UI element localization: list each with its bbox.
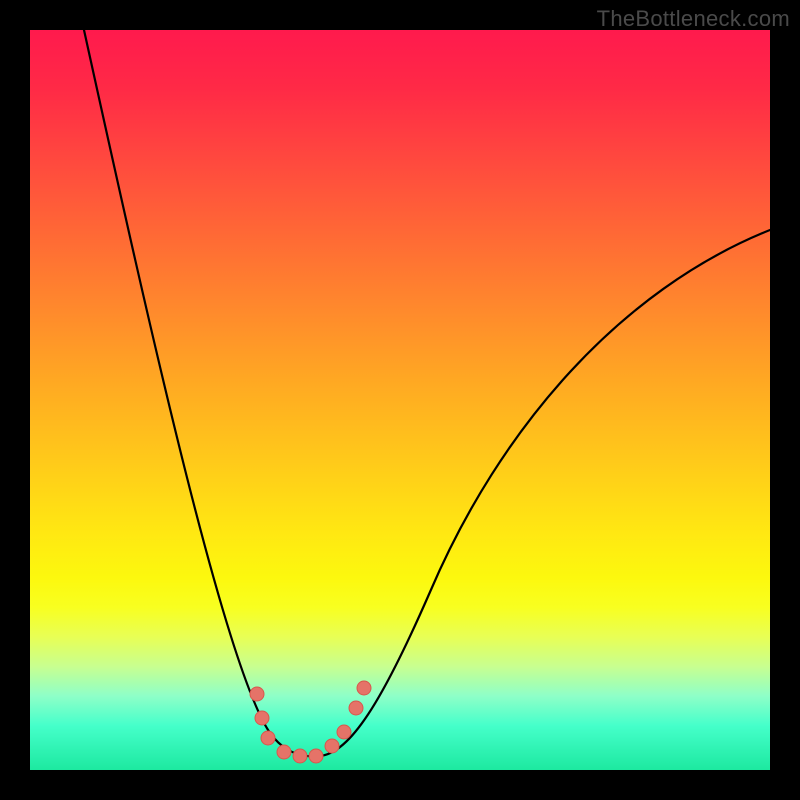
marker-1 [255,711,269,725]
marker-3 [277,745,291,759]
chart-svg [30,30,770,770]
marker-0 [250,687,264,701]
bottleneck-curve [84,30,770,756]
marker-7 [337,725,351,739]
plot-area [30,30,770,770]
marker-5 [309,749,323,763]
marker-9 [357,681,371,695]
watermark-text: TheBottleneck.com [597,6,790,32]
marker-2 [261,731,275,745]
markers-group [250,681,371,763]
marker-6 [325,739,339,753]
marker-4 [293,749,307,763]
marker-8 [349,701,363,715]
chart-frame: TheBottleneck.com [0,0,800,800]
